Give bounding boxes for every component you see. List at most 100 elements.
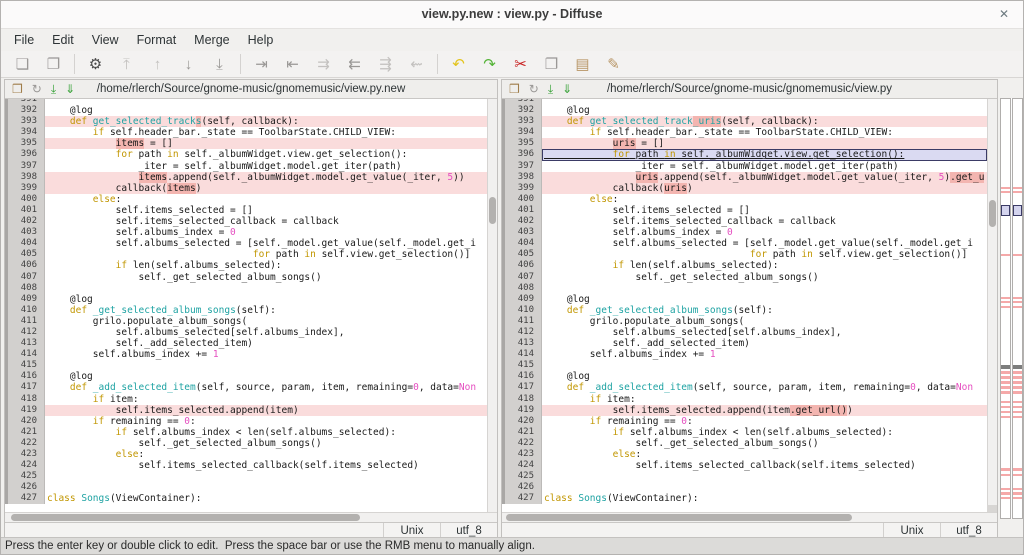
code-line[interactable]: 404 self.albums_selected = [self._model.… (5, 238, 487, 250)
code-line[interactable]: 397 _iter = self._albumWidget.model.get_… (502, 160, 987, 172)
menu-item-format[interactable]: Format (128, 30, 186, 50)
code-line[interactable]: 424 self.items_selected_callback(self.it… (502, 460, 987, 472)
code-line[interactable]: 394 if self.header_bar._state == Toolbar… (5, 127, 487, 139)
code-line[interactable]: 400 else: (5, 193, 487, 205)
code-line[interactable]: 408 (5, 282, 487, 294)
merge-from-left-button[interactable]: ⇶ (370, 53, 401, 76)
right-code-area[interactable]: 391 392 @log 393 def get_selected_track_ur… (502, 99, 997, 512)
code-line[interactable]: 416 @log (5, 371, 487, 383)
code-line[interactable]: 409 @log (502, 293, 987, 305)
code-line[interactable]: 418 if item: (5, 393, 487, 405)
code-line[interactable]: 413 self._add_selected_item) (5, 338, 487, 350)
last-difference-button[interactable]: ⤓ (204, 53, 235, 76)
menu-item-merge[interactable]: Merge (185, 30, 238, 50)
code-line[interactable]: 395 items = [] (5, 138, 487, 150)
realign-all-button[interactable]: ⚙ (80, 53, 111, 76)
open-file-button[interactable]: ❐ (38, 53, 69, 76)
code-line[interactable]: 426 (5, 482, 487, 494)
clear-edits-button[interactable]: ✎ (598, 53, 629, 76)
code-line[interactable]: 399 callback(items) (5, 182, 487, 194)
code-line[interactable]: 420 if remaining == 0: (502, 415, 987, 427)
code-line[interactable]: 398 items.append(self._albumWidget.model… (5, 171, 487, 183)
first-difference-button[interactable]: ⤒ (111, 53, 142, 76)
right-horizontal-scrollbar[interactable] (502, 512, 997, 522)
code-line[interactable]: 406 if len(self.albums_selected): (502, 260, 987, 272)
code-line[interactable]: 421 if self.albums_index < len(self.albu… (502, 426, 987, 438)
cut-button[interactable]: ✂ (505, 53, 536, 76)
next-difference-button[interactable]: ↓ (173, 53, 204, 76)
overview-map[interactable] (1000, 98, 1023, 519)
code-line[interactable]: 412 self.albums_selected[self.albums_ind… (502, 326, 987, 339)
code-line[interactable]: 423 else: (5, 449, 487, 461)
code-line[interactable]: 398 uris.append(self._albumWidget.model.… (502, 171, 987, 183)
code-line[interactable]: 393 def get_selected_tracks(self, callba… (5, 116, 487, 128)
left-code-area[interactable]: 391 392 @log 393 def get_selected_tracks(s… (5, 99, 497, 512)
code-line[interactable]: 413 self._add_selected_item) (502, 338, 987, 350)
code-line[interactable]: 397 _iter = self._albumWidget.model.get_… (5, 160, 487, 172)
code-line[interactable]: 411 grilo.populate_album_songs( (5, 315, 487, 327)
code-line[interactable]: 401 self.items_selected = [] (5, 204, 487, 217)
code-line[interactable]: 394 if self.header_bar._state == Toolbar… (502, 127, 987, 139)
copy-button[interactable]: ❐ (536, 53, 567, 76)
code-line[interactable]: 392 @log (5, 105, 487, 117)
code-line[interactable]: 393 def get_selected_track_uris(self, ca… (502, 116, 987, 128)
merge-from-right-button[interactable]: ⇜ (401, 53, 432, 76)
code-line[interactable]: 402 self.items_selected_callback = callb… (502, 216, 987, 228)
undo-button[interactable]: ↶ (443, 53, 474, 76)
close-icon[interactable]: ✕ (999, 7, 1009, 21)
left-vertical-scrollbar[interactable] (487, 99, 497, 512)
left-horizontal-scrollbar-thumb[interactable] (10, 514, 361, 521)
paste-button[interactable]: ▤ (567, 53, 598, 76)
code-line[interactable]: 392 @log (502, 105, 987, 117)
code-line[interactable]: 396 for path in self._albumWidget.view.g… (5, 149, 487, 161)
code-line[interactable]: 419 self.items_selected.append(item.get_… (502, 404, 987, 416)
menu-item-help[interactable]: Help (239, 30, 283, 50)
right-vertical-scrollbar[interactable] (987, 99, 997, 512)
code-line[interactable]: 426 (502, 482, 987, 494)
code-line[interactable]: 416 @log (502, 371, 987, 383)
code-line[interactable]: 405 for path in self.view.get_selection(… (5, 249, 487, 261)
code-line[interactable]: 425 (502, 471, 987, 483)
code-line[interactable]: 410 def _get_selected_album_songs(self): (5, 304, 487, 316)
left-horizontal-scrollbar[interactable] (5, 512, 497, 522)
code-line[interactable]: 425 (5, 471, 487, 483)
left-vertical-scrollbar-thumb[interactable] (489, 196, 496, 225)
right-horizontal-scrollbar-thumb[interactable] (505, 514, 853, 521)
code-line[interactable]: 424 self.items_selected_callback(self.it… (5, 460, 487, 472)
new-button[interactable]: ❏ (7, 53, 38, 76)
code-line[interactable]: 407 self._get_selected_album_songs() (5, 271, 487, 283)
previous-difference-button[interactable]: ↑ (142, 53, 173, 76)
code-line[interactable]: 423 else: (502, 449, 987, 461)
code-line[interactable]: 427 class Songs(ViewContainer): (5, 493, 487, 505)
code-line[interactable]: 414 self.albums_index += 1 (5, 349, 487, 361)
code-line[interactable]: 415 (502, 360, 987, 372)
shift-left-button[interactable]: ⇇ (339, 53, 370, 76)
right-vertical-scrollbar-thumb[interactable] (989, 200, 996, 228)
code-line[interactable]: 403 self.albums_index = 0 (5, 227, 487, 239)
code-line[interactable]: 401 self.items_selected = [] (502, 204, 987, 217)
code-line[interactable]: 405 for path in self.view.get_selection(… (502, 249, 987, 261)
code-line[interactable]: 400 else: (502, 193, 987, 205)
code-line[interactable]: 422 self._get_selected_album_songs() (502, 437, 987, 449)
shift-right-button[interactable]: ⇉ (308, 53, 339, 76)
code-line[interactable]: 402 self.items_selected_callback = callb… (5, 216, 487, 228)
copy-selection-right-button[interactable]: ⇥ (246, 53, 277, 76)
code-line[interactable]: 408 (502, 282, 987, 294)
copy-selection-left-button[interactable]: ⇤ (277, 53, 308, 76)
redo-button[interactable]: ↷ (474, 53, 505, 76)
code-line[interactable]: 418 if item: (502, 393, 987, 405)
code-line[interactable]: 417 def _add_selected_item(self, source,… (502, 382, 987, 394)
code-line[interactable]: 403 self.albums_index = 0 (502, 227, 987, 239)
code-line[interactable]: 409 @log (5, 293, 487, 305)
code-line[interactable]: 422 self._get_selected_album_songs() (5, 437, 487, 449)
code-line[interactable]: 399 callback(uris) (502, 182, 987, 194)
code-line[interactable]: 395 uris = [] (502, 138, 987, 150)
code-line[interactable]: 417 def _add_selected_item(self, source,… (5, 382, 487, 394)
code-line[interactable]: 396 for path in self._albumWidget.view.g… (502, 149, 987, 161)
menu-item-file[interactable]: File (5, 30, 43, 50)
code-line[interactable]: 415 (5, 360, 487, 372)
overview-map-right-column[interactable] (1012, 98, 1023, 519)
code-line[interactable]: 407 self._get_selected_album_songs() (502, 271, 987, 283)
code-line[interactable]: 421 if self.albums_index < len(self.albu… (5, 426, 487, 438)
code-line[interactable]: 427 class Songs(ViewContainer): (502, 493, 987, 505)
